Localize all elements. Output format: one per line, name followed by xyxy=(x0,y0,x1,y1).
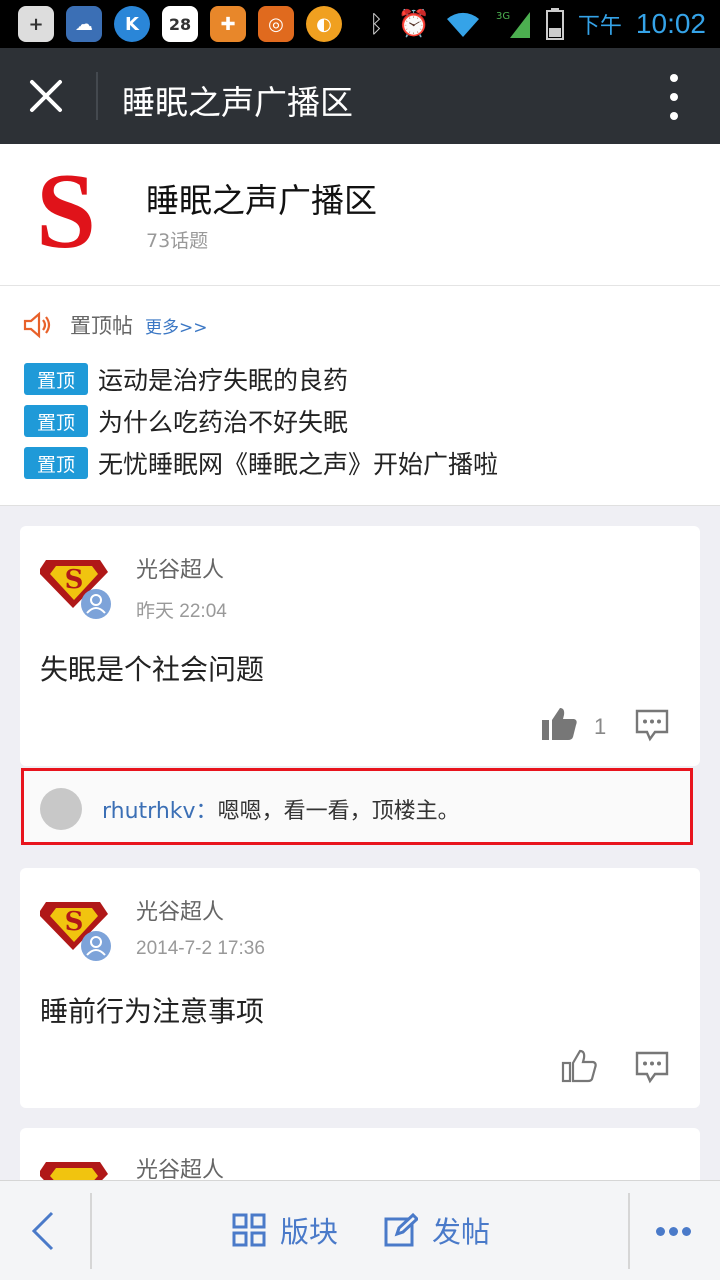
thumbs-up-outline-icon[interactable] xyxy=(560,1046,600,1086)
pinned-item-title: 为什么吃药治不好失眠 xyxy=(98,408,349,437)
reply-item[interactable]: rhutrhkv：嗯嗯，看一看，顶楼主。 xyxy=(21,768,693,845)
pinned-item[interactable]: 置顶 无忧睡眠网《睡眠之声》开始广播啦 xyxy=(24,446,498,480)
topic-count: 73话题 xyxy=(146,230,209,252)
user-badge-icon xyxy=(81,931,111,961)
pinned-item-title: 无忧睡眠网《睡眠之声》开始广播啦 xyxy=(98,450,499,479)
comment-icon[interactable] xyxy=(634,708,670,742)
close-icon[interactable] xyxy=(26,76,66,116)
post-title[interactable]: 睡前行为注意事项 xyxy=(40,990,264,1030)
post-card[interactable]: S 光谷超人 2014-7-2 17:36 睡前行为注意事项 xyxy=(20,868,700,1108)
pinned-tag: 置顶 xyxy=(24,447,88,479)
post-card[interactable]: 光谷超人 xyxy=(20,1128,700,1188)
clock: 10:02 xyxy=(635,8,706,39)
post-author[interactable]: 光谷超人 xyxy=(136,552,224,584)
reply-avatar xyxy=(40,788,82,830)
bottom-toolbar: 版块 发帖 xyxy=(0,1180,720,1280)
forum-title: 睡眠之声广播区 xyxy=(146,181,377,220)
pinned-item-title: 运动是治疗失眠的良药 xyxy=(98,366,349,395)
edit-icon xyxy=(384,1213,418,1247)
post-card[interactable]: S 光谷超人 昨天 22:04 失眠是个社会问题 1 xyxy=(20,526,700,766)
reply-username[interactable]: rhutrhkv xyxy=(102,799,196,824)
svg-text:3G: 3G xyxy=(496,11,510,22)
wifi-app-icon: ◎ xyxy=(258,6,294,42)
pinned-header: 置顶帖 更多>> xyxy=(22,310,208,340)
reply-separator: ： xyxy=(195,799,218,824)
pinned-section: 置顶帖 更多>> 置顶 运动是治疗失眠的良药 置顶 为什么吃药治不好失眠 置顶 … xyxy=(0,286,720,506)
user-badge-icon xyxy=(81,589,111,619)
post-author[interactable]: 光谷超人 xyxy=(136,894,224,926)
more-menu-icon[interactable] xyxy=(668,74,680,120)
forum-logo: S xyxy=(36,152,97,271)
pinned-more-link[interactable]: 更多>> xyxy=(145,313,208,338)
toolbar-divider xyxy=(90,1193,92,1269)
pinned-item[interactable]: 置顶 运动是治疗失眠的良药 xyxy=(24,362,348,396)
comment-icon[interactable] xyxy=(634,1050,670,1084)
browser-icon: ◐ xyxy=(306,6,342,42)
new-post-button[interactable]: 发帖 xyxy=(384,1209,490,1251)
calendar-icon: 28 xyxy=(162,6,198,42)
like-count: 1 xyxy=(594,714,607,739)
battery-icon xyxy=(545,8,564,40)
grid-icon xyxy=(232,1213,266,1247)
reply-text: rhutrhkv：嗯嗯，看一看，顶楼主。 xyxy=(102,793,460,825)
more-options-icon[interactable] xyxy=(656,1227,691,1236)
alarm-icon: ⏰ xyxy=(397,9,430,39)
weather-icon: ☁ xyxy=(66,6,102,42)
wifi-icon xyxy=(446,12,479,37)
sections-button[interactable]: 版块 xyxy=(232,1209,338,1251)
pinned-tag: 置顶 xyxy=(24,405,88,437)
health-app-icon: ✚ xyxy=(210,6,246,42)
thumbs-up-icon[interactable] xyxy=(540,704,580,744)
title-divider xyxy=(96,72,98,120)
pinned-item[interactable]: 置顶 为什么吃药治不好失眠 xyxy=(24,404,348,438)
sections-label: 版块 xyxy=(280,1215,339,1249)
post-title[interactable]: 失眠是个社会问题 xyxy=(40,648,264,688)
status-bar: + ☁ K 28 ✚ ◎ ◐ ᛒ ⏰ 3G 下午 10:02 xyxy=(0,0,720,48)
kugou-icon: K xyxy=(114,6,150,42)
notification-icons: + ☁ K 28 ✚ ◎ ◐ xyxy=(18,6,342,42)
pinned-tag: 置顶 xyxy=(24,363,88,395)
toolbar-divider xyxy=(628,1193,630,1269)
add-icon: + xyxy=(18,6,54,42)
page-title: 睡眠之声广播区 xyxy=(122,83,353,122)
forum-header: S 睡眠之声广播区 73话题 xyxy=(0,144,720,286)
pinned-label: 置顶帖 xyxy=(70,314,133,338)
post-time: 2014-7-2 17:36 xyxy=(136,938,265,959)
reply-content: 嗯嗯，看一看，顶楼主。 xyxy=(217,799,460,824)
status-right: ᛒ ⏰ 3G 下午 10:02 xyxy=(369,0,706,48)
ampm-label: 下午 xyxy=(577,14,622,39)
back-icon[interactable] xyxy=(28,1209,58,1253)
bluetooth-icon: ᛒ xyxy=(369,10,384,38)
new-post-label: 发帖 xyxy=(432,1215,491,1249)
post-time: 昨天 22:04 xyxy=(136,601,227,622)
signal-icon: 3G xyxy=(496,11,530,38)
title-bar: 睡眠之声广播区 xyxy=(0,48,720,144)
speaker-icon xyxy=(23,311,51,339)
